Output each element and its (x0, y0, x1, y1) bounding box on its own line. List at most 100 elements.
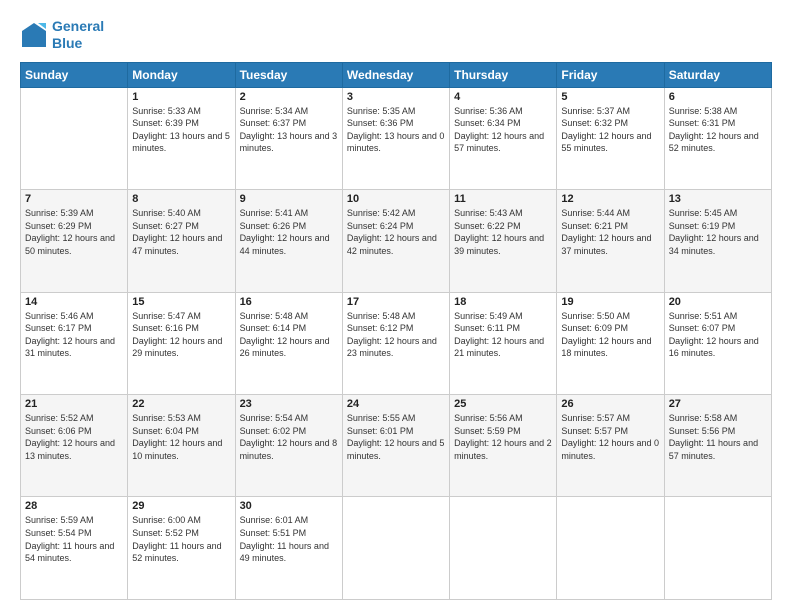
weekday-header: Sunday (21, 62, 128, 87)
calendar-cell (450, 497, 557, 600)
cell-info: Sunrise: 5:50 AMSunset: 6:09 PMDaylight:… (561, 310, 659, 360)
cell-info: Sunrise: 5:44 AMSunset: 6:21 PMDaylight:… (561, 207, 659, 257)
day-number: 17 (347, 296, 445, 308)
cell-info: Sunrise: 5:39 AMSunset: 6:29 PMDaylight:… (25, 207, 123, 257)
cell-info: Sunrise: 5:48 AMSunset: 6:12 PMDaylight:… (347, 310, 445, 360)
calendar-cell: 25 Sunrise: 5:56 AMSunset: 5:59 PMDaylig… (450, 395, 557, 497)
calendar-week-row: 7 Sunrise: 5:39 AMSunset: 6:29 PMDayligh… (21, 190, 772, 292)
day-number: 9 (240, 193, 338, 205)
logo: General Blue (20, 18, 104, 52)
day-number: 26 (561, 398, 659, 410)
calendar-cell: 16 Sunrise: 5:48 AMSunset: 6:14 PMDaylig… (235, 292, 342, 394)
calendar-cell: 17 Sunrise: 5:48 AMSunset: 6:12 PMDaylig… (342, 292, 449, 394)
page: General Blue SundayMondayTuesdayWednesda… (0, 0, 792, 612)
calendar-week-row: 28 Sunrise: 5:59 AMSunset: 5:54 PMDaylig… (21, 497, 772, 600)
calendar-cell: 29 Sunrise: 6:00 AMSunset: 5:52 PMDaylig… (128, 497, 235, 600)
calendar-cell: 6 Sunrise: 5:38 AMSunset: 6:31 PMDayligh… (664, 87, 771, 189)
cell-info: Sunrise: 5:46 AMSunset: 6:17 PMDaylight:… (25, 310, 123, 360)
cell-info: Sunrise: 5:49 AMSunset: 6:11 PMDaylight:… (454, 310, 552, 360)
day-number: 30 (240, 500, 338, 512)
cell-info: Sunrise: 5:53 AMSunset: 6:04 PMDaylight:… (132, 412, 230, 462)
cell-info: Sunrise: 5:36 AMSunset: 6:34 PMDaylight:… (454, 105, 552, 155)
calendar-cell: 14 Sunrise: 5:46 AMSunset: 6:17 PMDaylig… (21, 292, 128, 394)
day-number: 2 (240, 91, 338, 103)
calendar-cell: 23 Sunrise: 5:54 AMSunset: 6:02 PMDaylig… (235, 395, 342, 497)
calendar-cell: 15 Sunrise: 5:47 AMSunset: 6:16 PMDaylig… (128, 292, 235, 394)
day-number: 3 (347, 91, 445, 103)
weekday-header: Thursday (450, 62, 557, 87)
calendar-week-row: 1 Sunrise: 5:33 AMSunset: 6:39 PMDayligh… (21, 87, 772, 189)
day-number: 16 (240, 296, 338, 308)
cell-info: Sunrise: 5:37 AMSunset: 6:32 PMDaylight:… (561, 105, 659, 155)
day-number: 27 (669, 398, 767, 410)
calendar-cell (21, 87, 128, 189)
day-number: 24 (347, 398, 445, 410)
cell-info: Sunrise: 5:52 AMSunset: 6:06 PMDaylight:… (25, 412, 123, 462)
calendar-cell: 1 Sunrise: 5:33 AMSunset: 6:39 PMDayligh… (128, 87, 235, 189)
day-number: 4 (454, 91, 552, 103)
calendar-cell: 18 Sunrise: 5:49 AMSunset: 6:11 PMDaylig… (450, 292, 557, 394)
calendar-cell: 20 Sunrise: 5:51 AMSunset: 6:07 PMDaylig… (664, 292, 771, 394)
calendar-week-row: 21 Sunrise: 5:52 AMSunset: 6:06 PMDaylig… (21, 395, 772, 497)
cell-info: Sunrise: 5:35 AMSunset: 6:36 PMDaylight:… (347, 105, 445, 155)
calendar-cell: 19 Sunrise: 5:50 AMSunset: 6:09 PMDaylig… (557, 292, 664, 394)
day-number: 19 (561, 296, 659, 308)
cell-info: Sunrise: 5:41 AMSunset: 6:26 PMDaylight:… (240, 207, 338, 257)
day-number: 29 (132, 500, 230, 512)
cell-info: Sunrise: 5:45 AMSunset: 6:19 PMDaylight:… (669, 207, 767, 257)
calendar-cell: 12 Sunrise: 5:44 AMSunset: 6:21 PMDaylig… (557, 190, 664, 292)
calendar-table: SundayMondayTuesdayWednesdayThursdayFrid… (20, 62, 772, 600)
calendar-cell: 9 Sunrise: 5:41 AMSunset: 6:26 PMDayligh… (235, 190, 342, 292)
day-number: 22 (132, 398, 230, 410)
day-number: 15 (132, 296, 230, 308)
calendar-cell: 28 Sunrise: 5:59 AMSunset: 5:54 PMDaylig… (21, 497, 128, 600)
day-number: 20 (669, 296, 767, 308)
cell-info: Sunrise: 6:01 AMSunset: 5:51 PMDaylight:… (240, 514, 338, 564)
calendar-cell (664, 497, 771, 600)
weekday-header: Friday (557, 62, 664, 87)
cell-info: Sunrise: 5:54 AMSunset: 6:02 PMDaylight:… (240, 412, 338, 462)
calendar-cell: 21 Sunrise: 5:52 AMSunset: 6:06 PMDaylig… (21, 395, 128, 497)
cell-info: Sunrise: 5:51 AMSunset: 6:07 PMDaylight:… (669, 310, 767, 360)
cell-info: Sunrise: 5:43 AMSunset: 6:22 PMDaylight:… (454, 207, 552, 257)
logo-text: General Blue (52, 18, 104, 52)
calendar-cell: 27 Sunrise: 5:58 AMSunset: 5:56 PMDaylig… (664, 395, 771, 497)
weekday-header: Monday (128, 62, 235, 87)
cell-info: Sunrise: 5:33 AMSunset: 6:39 PMDaylight:… (132, 105, 230, 155)
calendar-cell: 11 Sunrise: 5:43 AMSunset: 6:22 PMDaylig… (450, 190, 557, 292)
calendar-cell: 10 Sunrise: 5:42 AMSunset: 6:24 PMDaylig… (342, 190, 449, 292)
day-number: 11 (454, 193, 552, 205)
calendar-cell: 22 Sunrise: 5:53 AMSunset: 6:04 PMDaylig… (128, 395, 235, 497)
calendar-cell: 2 Sunrise: 5:34 AMSunset: 6:37 PMDayligh… (235, 87, 342, 189)
cell-info: Sunrise: 5:48 AMSunset: 6:14 PMDaylight:… (240, 310, 338, 360)
calendar-cell (342, 497, 449, 600)
day-number: 6 (669, 91, 767, 103)
day-number: 12 (561, 193, 659, 205)
header: General Blue (20, 18, 772, 52)
calendar-cell: 8 Sunrise: 5:40 AMSunset: 6:27 PMDayligh… (128, 190, 235, 292)
day-number: 8 (132, 193, 230, 205)
calendar-cell: 3 Sunrise: 5:35 AMSunset: 6:36 PMDayligh… (342, 87, 449, 189)
day-number: 25 (454, 398, 552, 410)
cell-info: Sunrise: 5:42 AMSunset: 6:24 PMDaylight:… (347, 207, 445, 257)
day-number: 5 (561, 91, 659, 103)
day-number: 28 (25, 500, 123, 512)
calendar-cell: 4 Sunrise: 5:36 AMSunset: 6:34 PMDayligh… (450, 87, 557, 189)
day-number: 13 (669, 193, 767, 205)
calendar-cell: 30 Sunrise: 6:01 AMSunset: 5:51 PMDaylig… (235, 497, 342, 600)
cell-info: Sunrise: 5:47 AMSunset: 6:16 PMDaylight:… (132, 310, 230, 360)
calendar-cell: 7 Sunrise: 5:39 AMSunset: 6:29 PMDayligh… (21, 190, 128, 292)
cell-info: Sunrise: 5:40 AMSunset: 6:27 PMDaylight:… (132, 207, 230, 257)
cell-info: Sunrise: 5:57 AMSunset: 5:57 PMDaylight:… (561, 412, 659, 462)
cell-info: Sunrise: 5:56 AMSunset: 5:59 PMDaylight:… (454, 412, 552, 462)
cell-info: Sunrise: 5:59 AMSunset: 5:54 PMDaylight:… (25, 514, 123, 564)
cell-info: Sunrise: 5:58 AMSunset: 5:56 PMDaylight:… (669, 412, 767, 462)
day-number: 14 (25, 296, 123, 308)
day-number: 7 (25, 193, 123, 205)
cell-info: Sunrise: 5:34 AMSunset: 6:37 PMDaylight:… (240, 105, 338, 155)
day-number: 23 (240, 398, 338, 410)
calendar-cell (557, 497, 664, 600)
day-number: 21 (25, 398, 123, 410)
calendar-cell: 24 Sunrise: 5:55 AMSunset: 6:01 PMDaylig… (342, 395, 449, 497)
calendar-week-row: 14 Sunrise: 5:46 AMSunset: 6:17 PMDaylig… (21, 292, 772, 394)
